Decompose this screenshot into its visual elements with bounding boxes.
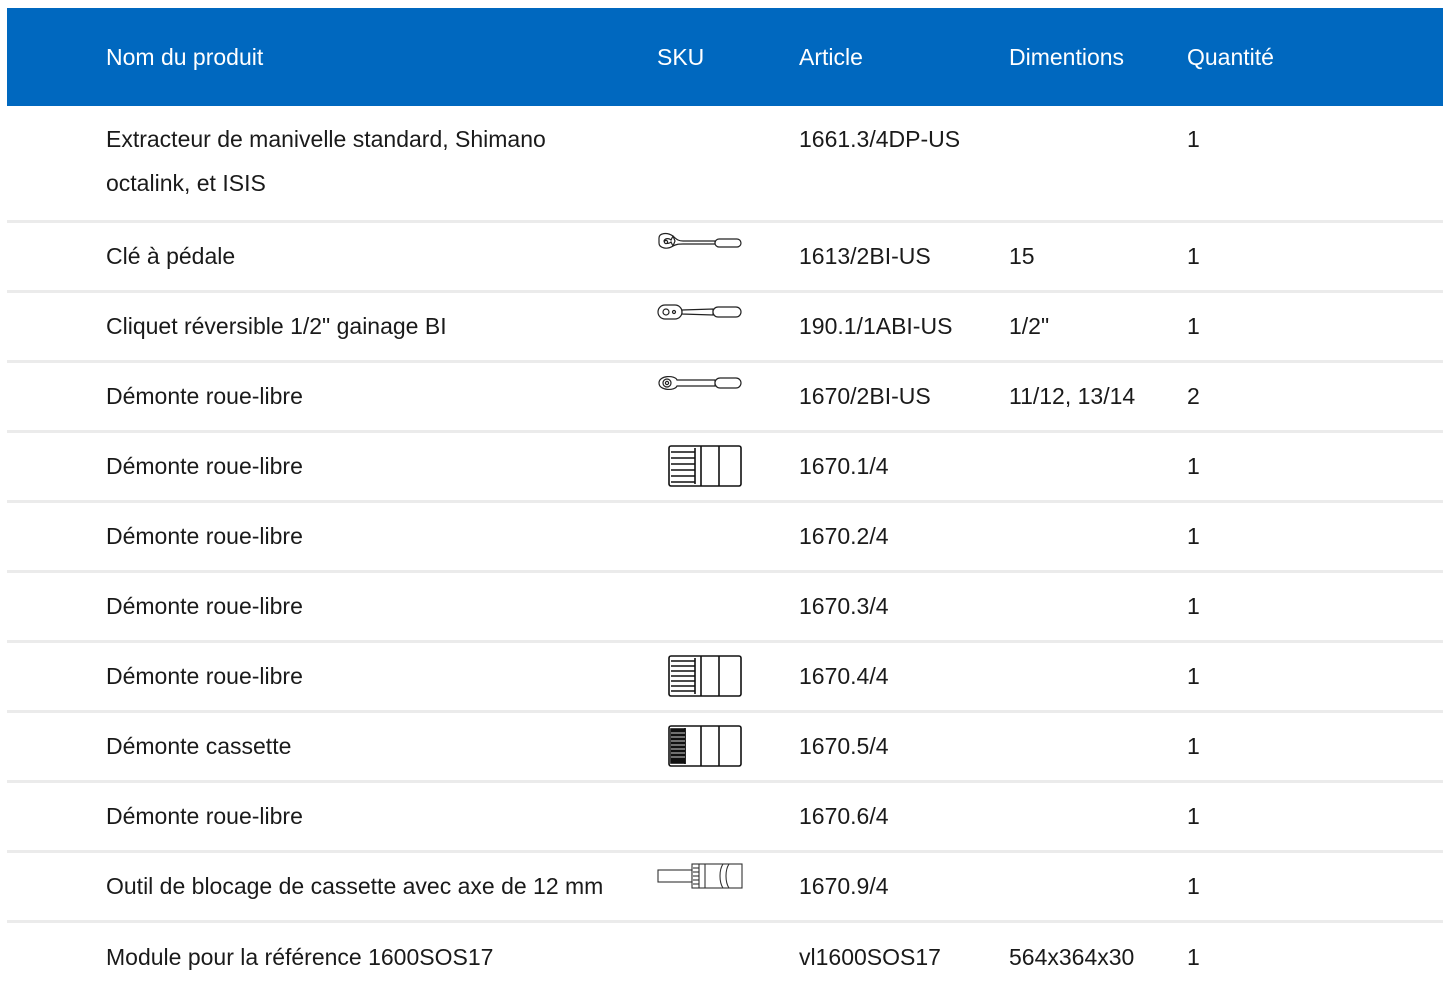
quantity: 1 (1187, 243, 1200, 269)
sku-cell (657, 361, 799, 431)
quantity: 1 (1187, 313, 1200, 339)
cassette-lockring-tool-icon (657, 863, 743, 889)
article-number: 1670/2BI-US (799, 383, 931, 409)
table-row: Démonte roue-libre (7, 431, 1443, 501)
table-row: Démonte roue-libre 1670.6/4 1 (7, 781, 1443, 851)
pedal-wrench-icon (658, 232, 742, 249)
quantity: 2 (1187, 383, 1200, 409)
dimensions: 11/12, 13/14 (1009, 383, 1136, 409)
dimensions: 564x364x30 (1009, 943, 1135, 970)
sku-cell (657, 571, 799, 641)
product-name: Démonte cassette (106, 733, 292, 759)
dimensions (1009, 851, 1187, 921)
quantity: 1 (1187, 523, 1200, 549)
dimensions (1009, 641, 1187, 711)
freewheel-socket-icon (668, 445, 742, 487)
sku-cell (657, 641, 799, 711)
quantity: 1 (1187, 663, 1200, 689)
product-name: Module pour la référence 1600SOS17 (106, 943, 494, 970)
dimensions (1009, 781, 1187, 851)
quantity: 1 (1187, 943, 1200, 970)
product-name: Démonte roue-libre (106, 663, 303, 689)
article-number: 1670.2/4 (799, 523, 889, 549)
quantity: 1 (1187, 733, 1200, 759)
sku-cell (657, 431, 799, 501)
header-dimensions: Dimentions (1009, 43, 1125, 70)
header-quantity: Quantité (1187, 43, 1274, 70)
table-row: Cliquet réversible 1/2" gainage BI 190.1… (7, 291, 1443, 361)
sku-cell (657, 781, 799, 851)
quantity: 1 (1187, 873, 1200, 899)
sku-cell (657, 221, 799, 291)
header-article: Article (799, 43, 863, 70)
dimensions: 1/2" (1009, 313, 1050, 339)
article-number: 190.1/1ABI-US (799, 313, 953, 339)
header-sku: SKU (657, 43, 705, 70)
article-number: vl1600SOS17 (799, 943, 941, 970)
table-row: Démonte roue-libre 1670.2/4 1 (7, 501, 1443, 571)
product-table: Nom du produit SKU Article Dimentions Qu… (7, 8, 1443, 991)
product-name: Démonte roue-libre (106, 803, 303, 829)
freewheel-wrench-icon (658, 376, 742, 390)
freewheel-socket-icon (668, 655, 742, 697)
sku-cell (657, 711, 799, 781)
dimensions (1009, 501, 1187, 571)
quantity: 1 (1187, 593, 1200, 619)
product-name: Extracteur de manivelle standard, Shiman… (106, 126, 546, 196)
article-number: 1670.3/4 (799, 593, 889, 619)
article-number: 1613/2BI-US (799, 243, 931, 269)
table-row: Démonte roue-libre (7, 641, 1443, 711)
article-number: 1670.4/4 (799, 663, 889, 689)
ratchet-icon (657, 304, 742, 320)
sku-cell (657, 106, 799, 221)
product-name: Démonte roue-libre (106, 593, 303, 619)
dimensions (1009, 571, 1187, 641)
cassette-socket-icon (668, 725, 742, 767)
sku-cell (657, 851, 799, 921)
product-name: Outil de blocage de cassette avec axe de… (106, 873, 604, 899)
article-number: 1670.5/4 (799, 733, 889, 759)
table-row: Extracteur de manivelle standard, Shiman… (7, 106, 1443, 221)
product-name: Démonte roue-libre (106, 453, 303, 479)
article-number: 1661.3/4DP-US (799, 126, 961, 152)
dimensions (1009, 711, 1187, 781)
quantity: 1 (1187, 453, 1200, 479)
table-row: Démonte roue-libre 1670.3/4 1 (7, 571, 1443, 641)
product-name: Démonte roue-libre (106, 383, 303, 409)
header-name: Nom du produit (106, 43, 264, 70)
quantity: 1 (1187, 803, 1200, 829)
dimensions (1009, 431, 1187, 501)
article-number: 1670.9/4 (799, 873, 889, 899)
sku-cell (657, 501, 799, 571)
article-number: 1670.6/4 (799, 803, 889, 829)
dimensions (1009, 106, 1187, 221)
table-row: Démonte roue-libre 1670/2BI-US 11/12, 13… (7, 361, 1443, 431)
dimensions: 15 (1009, 243, 1035, 269)
article-number: 1670.1/4 (799, 453, 889, 479)
product-name: Démonte roue-libre (106, 523, 303, 549)
product-name: Cliquet réversible 1/2" gainage BI (106, 313, 447, 339)
table-row: Clé à pédale 1613/2BI-US 15 1 (7, 221, 1443, 291)
quantity: 1 (1187, 126, 1200, 152)
table-row: Module pour la référence 1600SOS17 vl160… (7, 921, 1443, 991)
table-header-row: Nom du produit SKU Article Dimentions Qu… (7, 8, 1443, 106)
table-row: Outil de blocage de cassette avec axe de… (7, 851, 1443, 921)
sku-cell (657, 291, 799, 361)
sku-cell (657, 921, 799, 991)
table-row: Démonte cassette 1670.5/4 1 (7, 711, 1443, 781)
product-name: Clé à pédale (106, 243, 236, 269)
